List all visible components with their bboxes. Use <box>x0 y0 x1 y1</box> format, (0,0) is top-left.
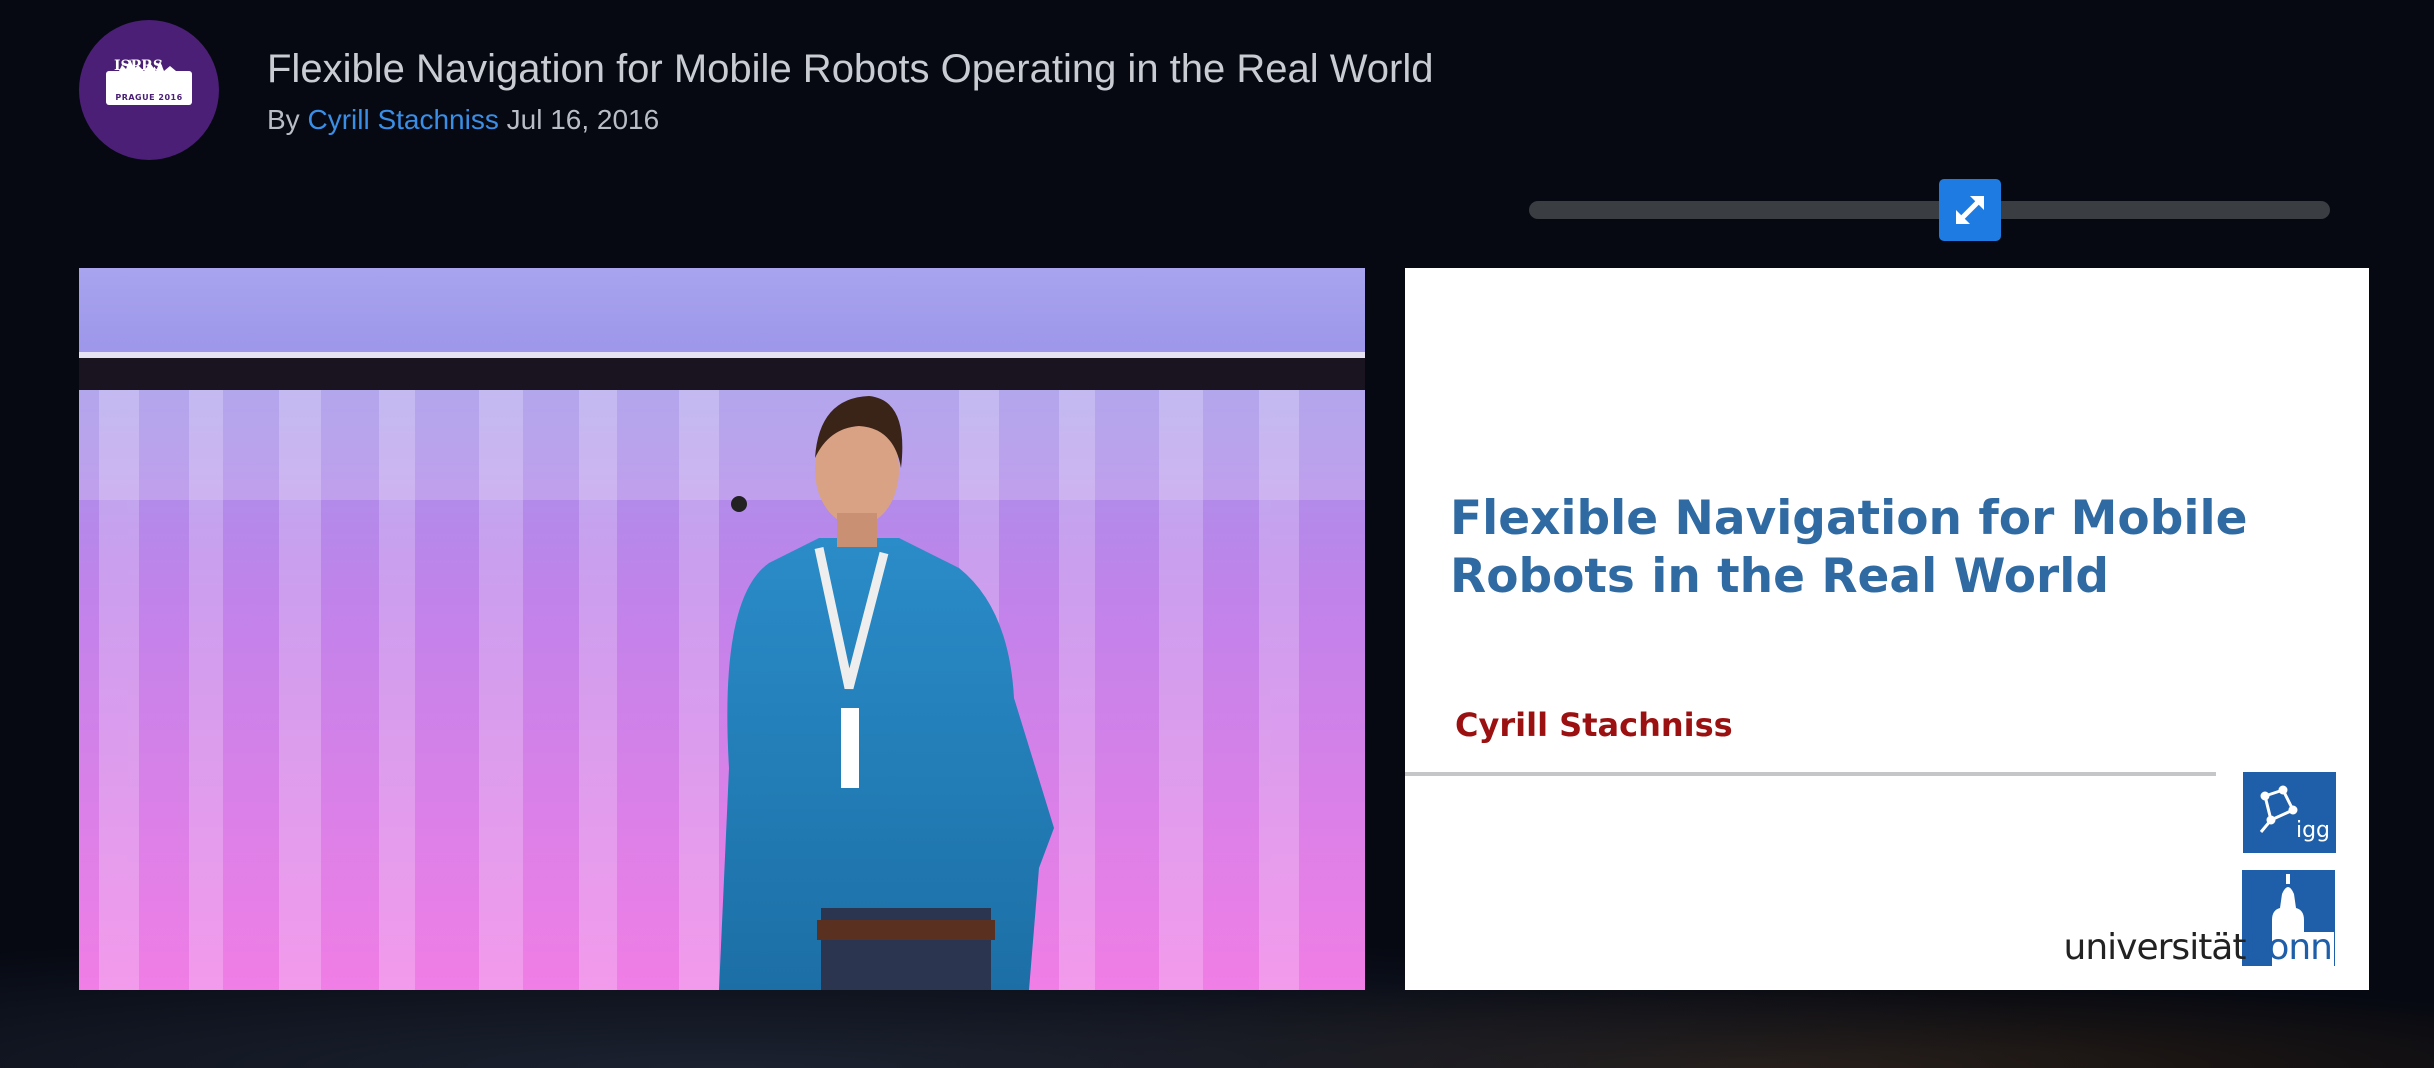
resize-diagonal-icon <box>1955 196 1984 224</box>
video-title: Flexible Navigation for Mobile Robots Op… <box>267 47 1434 91</box>
channel-logo-badge-text: PRAGUE 2016 <box>115 93 183 102</box>
presentation-slide[interactable]: Flexible Navigation for Mobile Robots in… <box>1405 268 2369 990</box>
by-label: By <box>267 104 300 135</box>
channel-avatar[interactable]: PRAGUE 2016 <box>79 20 219 160</box>
slide-title: Flexible Navigation for Mobile Robots in… <box>1450 490 2330 606</box>
speaker-video-frame <box>79 268 1365 990</box>
igg-logo: igg <box>2243 772 2336 853</box>
split-slider-handle[interactable] <box>1938 179 2001 241</box>
slide-title-line-2: Robots in the Real World <box>1450 549 2109 604</box>
video-meta: By Cyrill Stachniss Jul 16, 2016 <box>267 104 659 136</box>
channel-logo-badge: PRAGUE 2016 <box>106 59 192 105</box>
university-prefix: universität <box>2063 927 2247 968</box>
split-slider-track[interactable] <box>1529 201 2330 219</box>
author-link[interactable]: Cyrill Stachniss <box>307 104 498 135</box>
university-bonn-logo: universitätbonn <box>2035 870 2340 970</box>
slide-author: Cyrill Stachniss <box>1455 706 1733 744</box>
channel-logo-text: ISPRS <box>114 58 163 74</box>
university-name: universitätbonn <box>2063 927 2333 968</box>
university-suffix: bonn <box>2245 927 2333 968</box>
speaker-video[interactable] <box>79 268 1365 990</box>
slide-title-line-1: Flexible Navigation for Mobile <box>1450 491 2248 546</box>
igg-logo-text: igg <box>2295 818 2330 843</box>
slide-divider <box>1405 772 2216 776</box>
publish-date: Jul 16, 2016 <box>506 104 660 135</box>
